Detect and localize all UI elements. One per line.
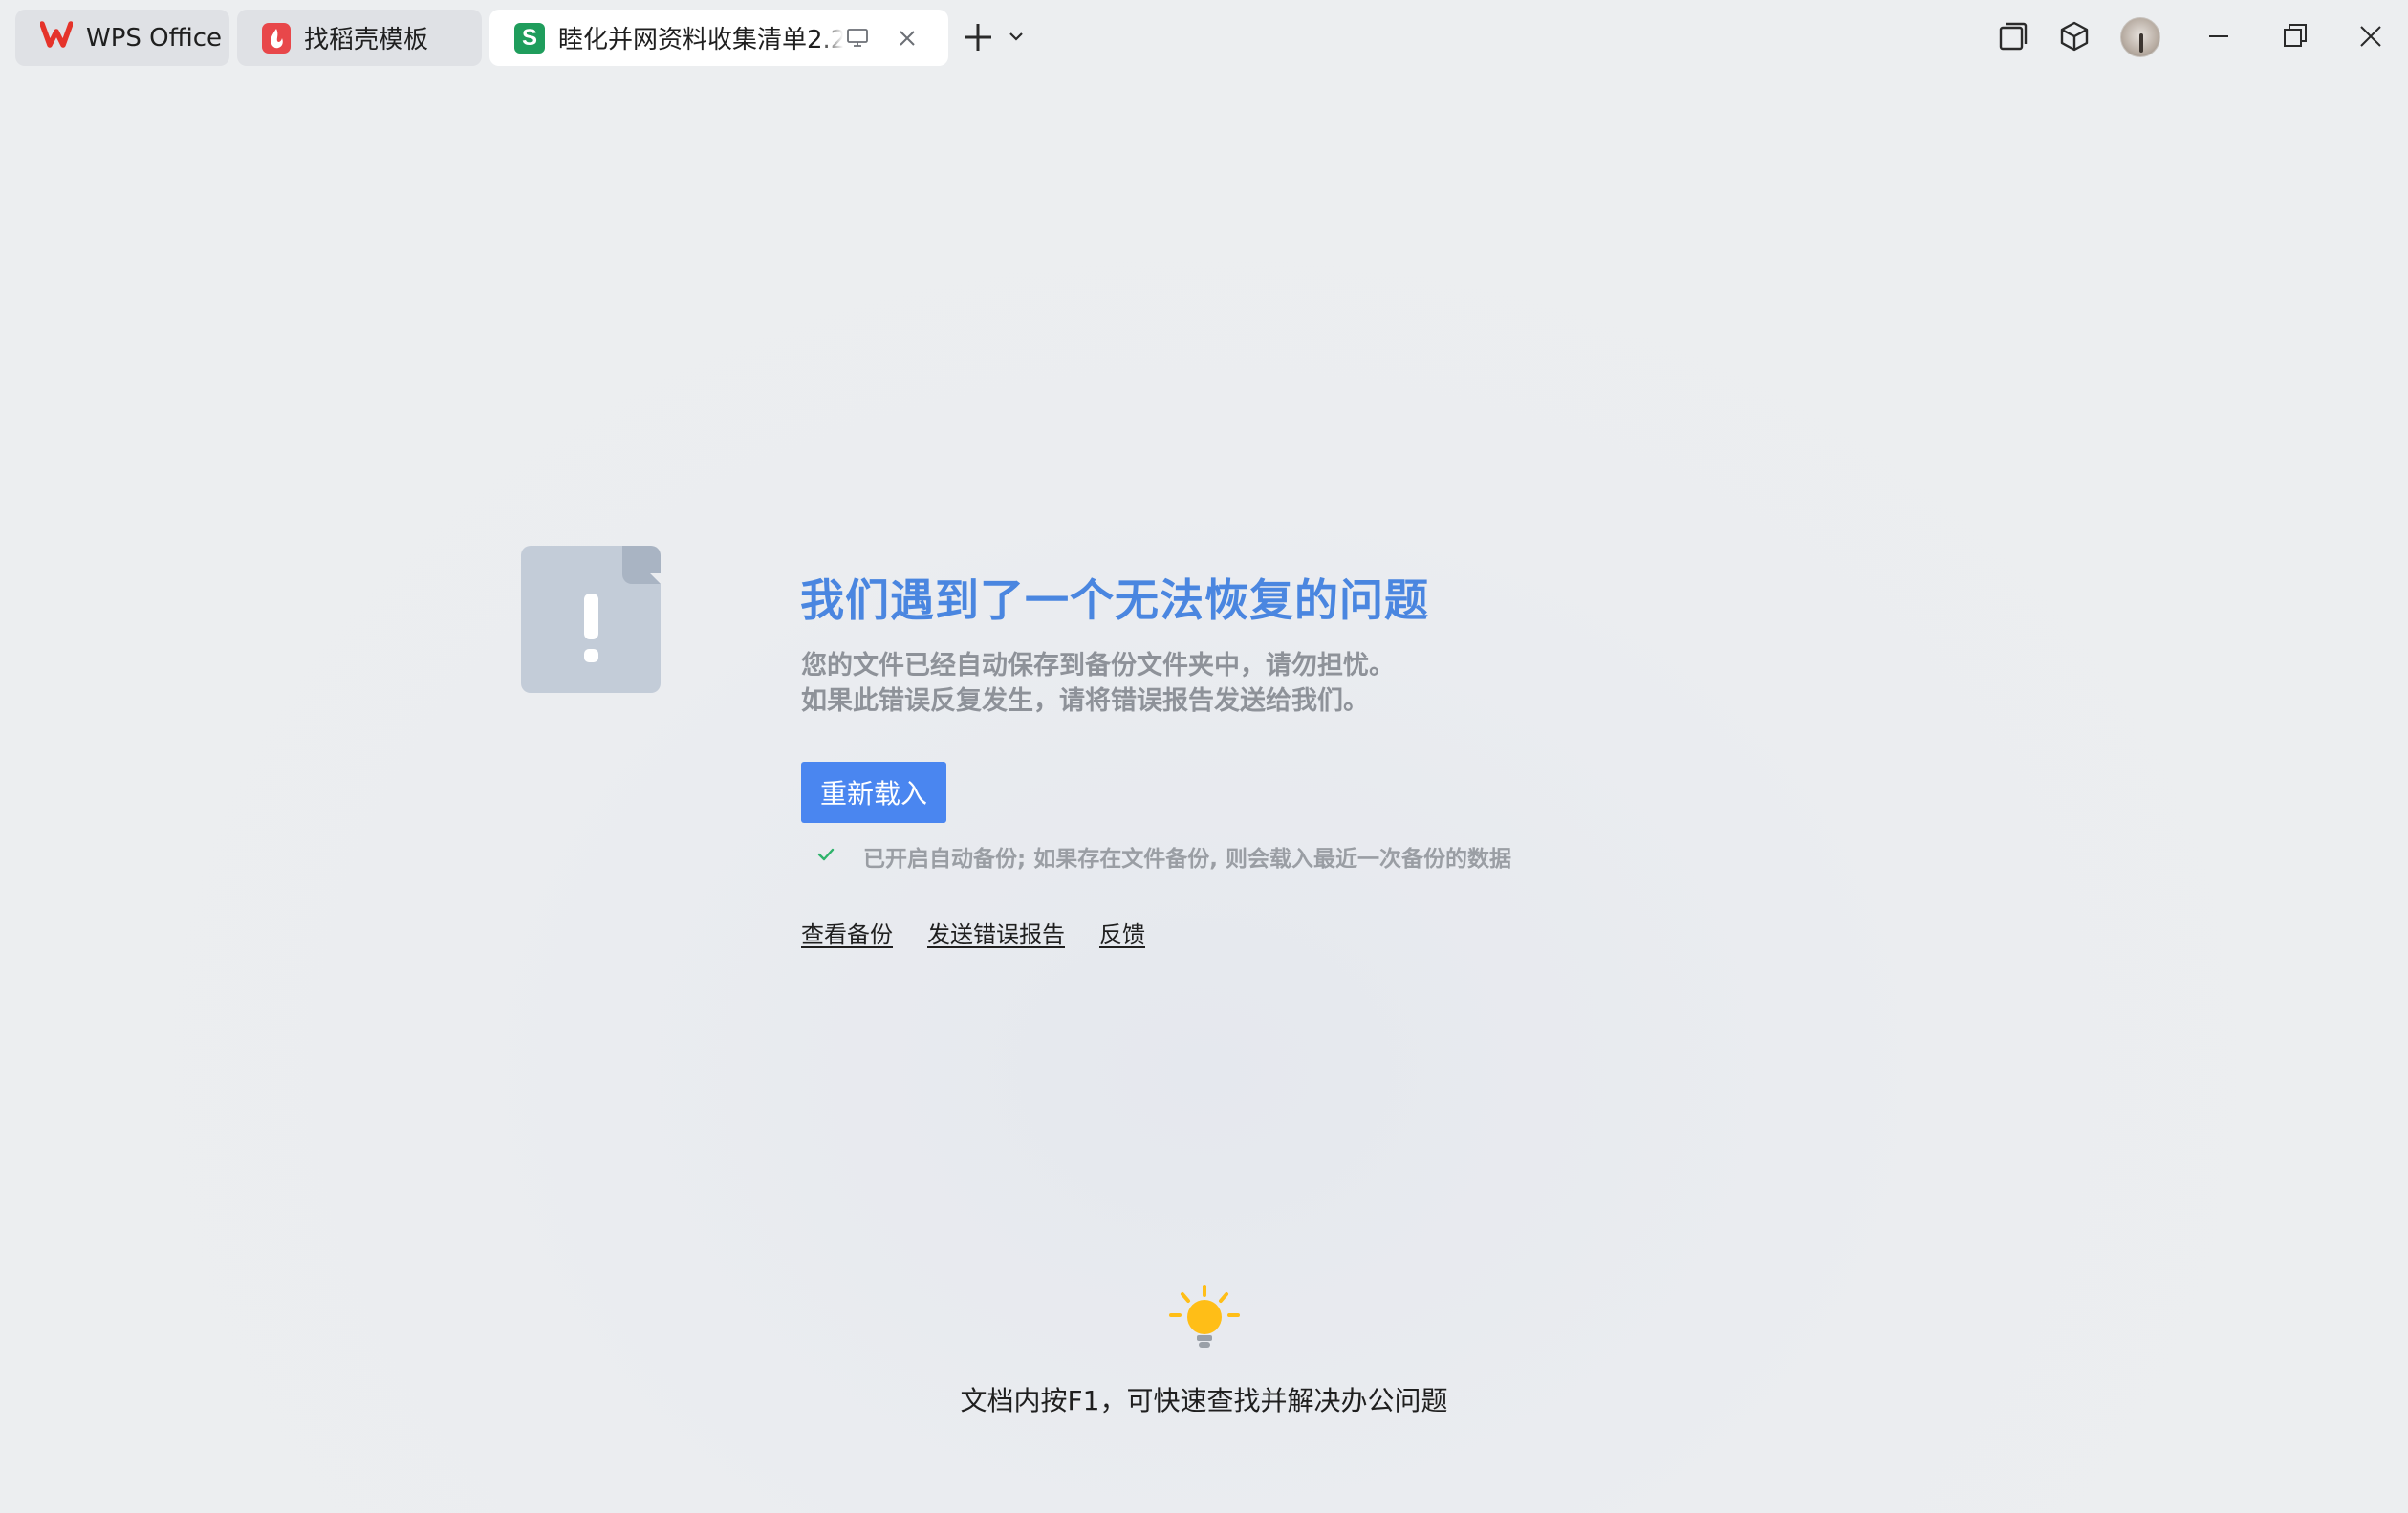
docer-logo-icon bbox=[262, 22, 291, 54]
tab-docer-templates[interactable]: 找稻壳模板 bbox=[237, 10, 482, 66]
error-title: 我们遇到了一个无法恢复的问题 bbox=[800, 574, 1429, 626]
spreadsheet-logo-icon: S bbox=[514, 22, 545, 54]
minimize-icon[interactable] bbox=[2202, 19, 2236, 57]
wps-logo-icon bbox=[39, 20, 74, 55]
tab-wps-office[interactable]: WPS Office bbox=[15, 10, 229, 66]
avatar[interactable] bbox=[2120, 17, 2160, 57]
error-links: 查看备份 发送错误报告 反馈 bbox=[801, 916, 1180, 949]
send-error-report-link[interactable]: 发送错误报告 bbox=[927, 921, 1065, 948]
f1-help-tip: 文档内按F1，可快速查找并解决办公问题 bbox=[960, 1385, 1448, 1416]
cube-icon[interactable] bbox=[2057, 19, 2092, 57]
error-description: 您的文件已经自动保存到备份文件夹中，请勿担忧。 如果此错误反复发生，请将错误报告… bbox=[801, 648, 1395, 719]
check-icon bbox=[815, 844, 836, 869]
error-description-line: 您的文件已经自动保存到备份文件夹中，请勿担忧。 bbox=[801, 651, 1395, 681]
tab-label: 找稻壳模板 bbox=[304, 26, 429, 54]
backup-note: 已开启自动备份; 如果存在文件备份, 则会载入最近一次备份的数据 bbox=[863, 847, 1511, 872]
view-backup-link[interactable]: 查看备份 bbox=[801, 921, 893, 948]
tab-label: 睦化并网资料收集清单2.27( bbox=[558, 26, 843, 54]
monitor-icon[interactable] bbox=[846, 27, 869, 55]
error-document-icon bbox=[521, 546, 661, 697]
tab-label: WPS Office bbox=[86, 23, 223, 53]
chevron-down-icon[interactable] bbox=[1007, 27, 1026, 50]
lightbulb-icon bbox=[1168, 1285, 1241, 1361]
error-description-line: 如果此错误反复发生，请将错误报告发送给我们。 bbox=[801, 686, 1369, 716]
tab-list-icon[interactable] bbox=[1996, 19, 2030, 57]
reload-button[interactable]: 重新载入 bbox=[801, 762, 946, 823]
feedback-link[interactable]: 反馈 bbox=[1099, 921, 1145, 948]
restore-icon[interactable] bbox=[2278, 19, 2312, 57]
tab-spreadsheet-document[interactable]: S 睦化并网资料收集清单2.27( bbox=[489, 10, 948, 66]
close-icon[interactable] bbox=[2354, 19, 2388, 57]
close-tab-icon[interactable] bbox=[897, 27, 918, 55]
title-bar: WPS Office 找稻壳模板 S 睦化并网资料收集清单2.27( bbox=[0, 0, 2408, 76]
new-tab-icon[interactable] bbox=[960, 19, 996, 59]
